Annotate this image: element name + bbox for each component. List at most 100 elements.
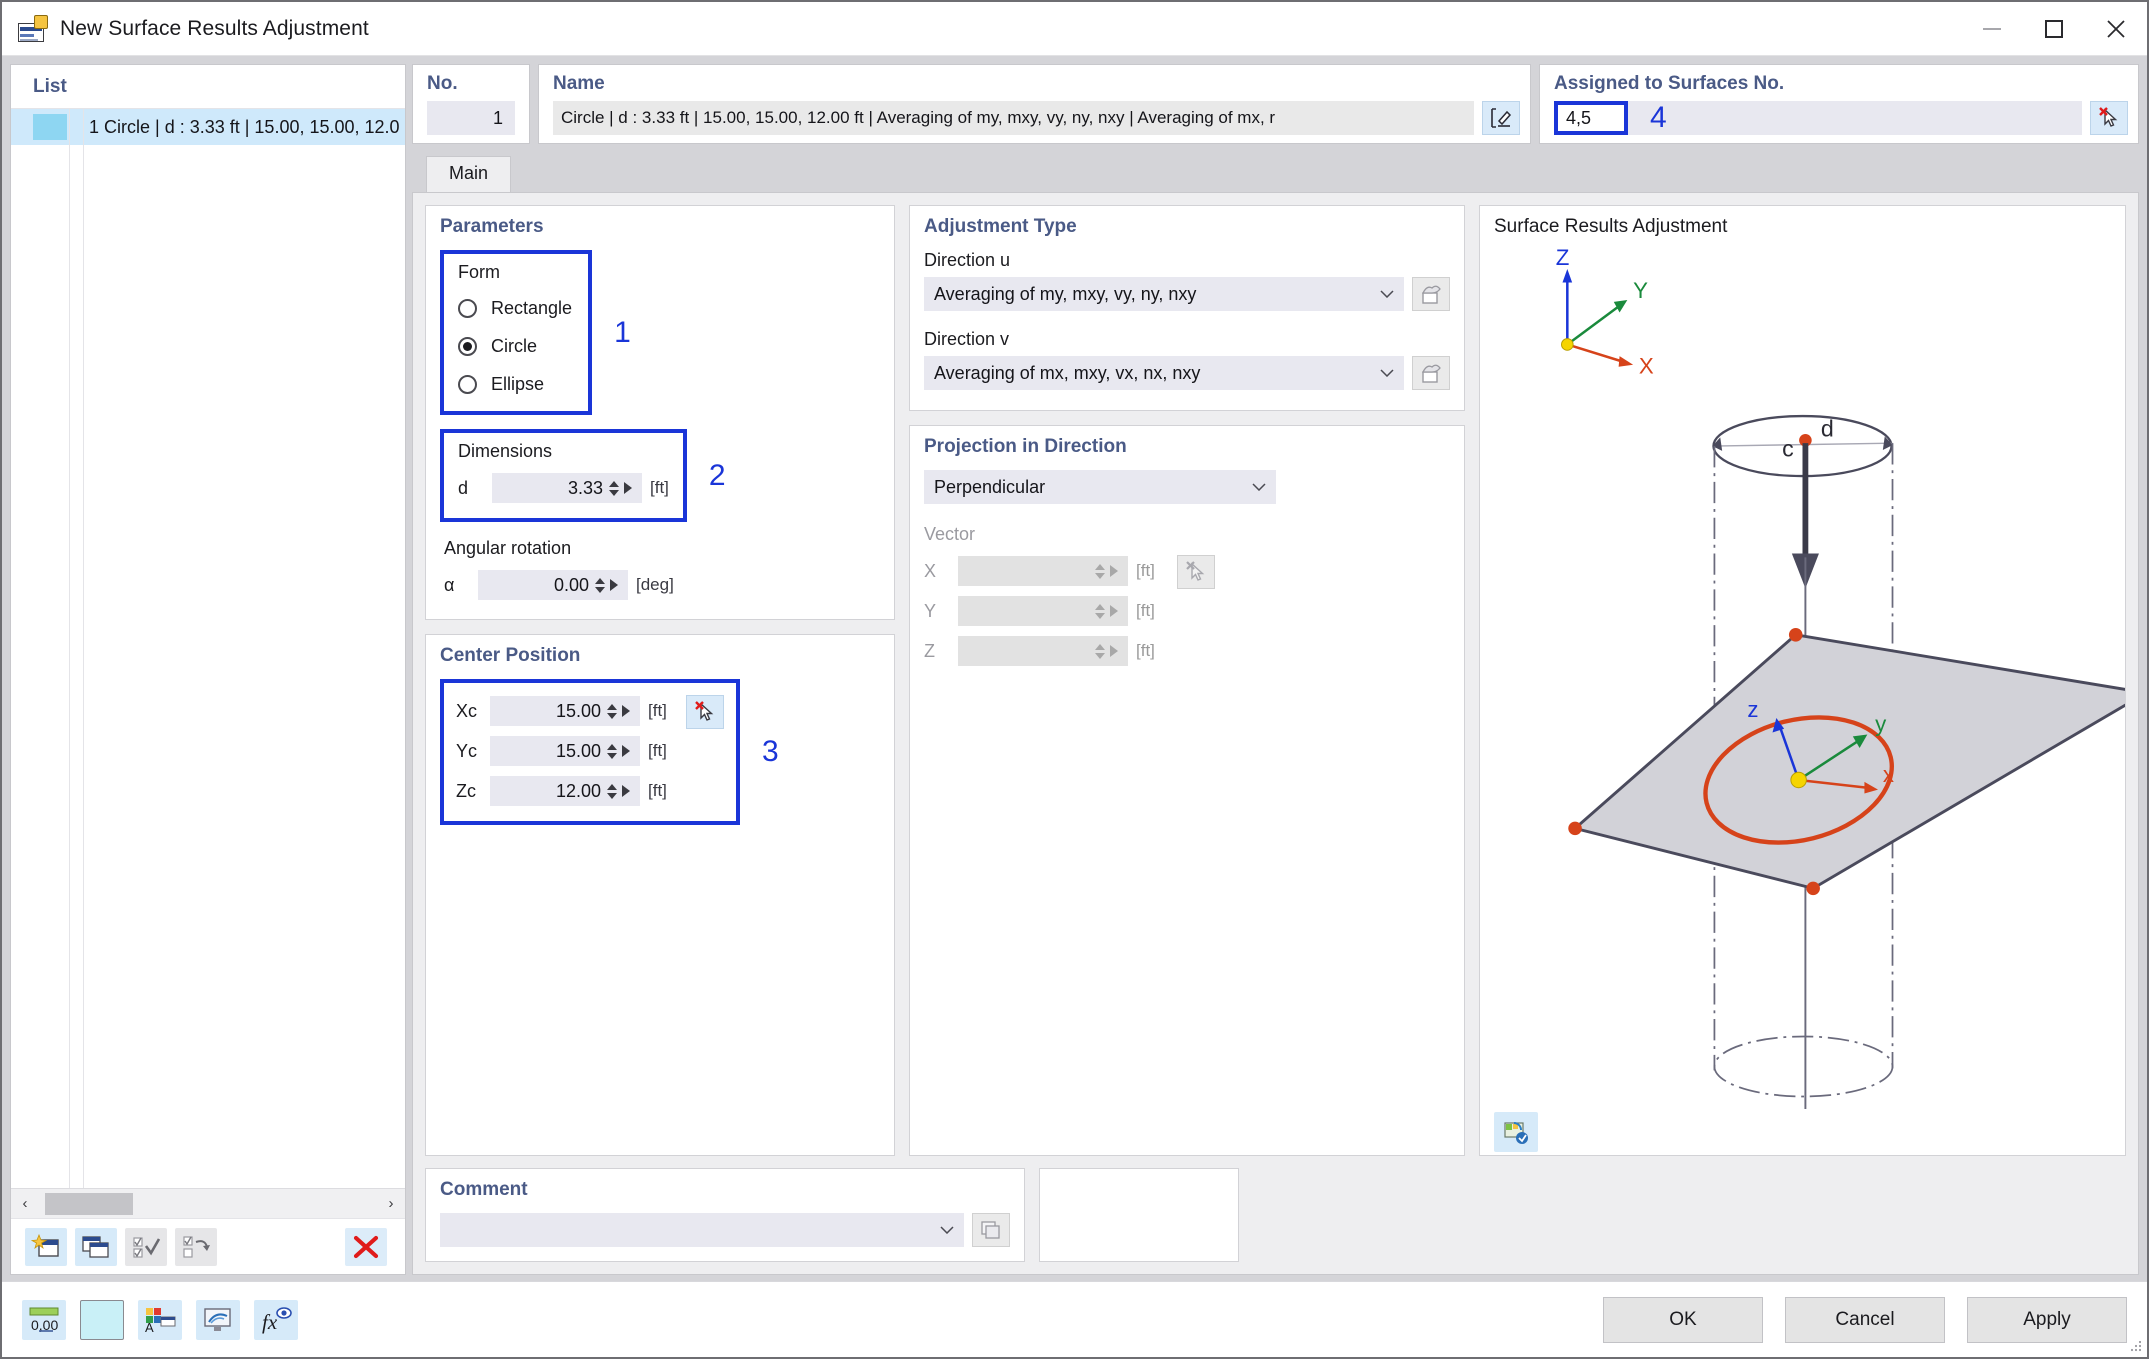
assigned-surfaces-value[interactable]: 4,5 — [1554, 101, 1628, 135]
copy-item-button[interactable] — [75, 1227, 117, 1266]
dimension-d-key: d — [458, 477, 469, 498]
assigned-surfaces-group: Assigned to Surfaces No. 4,5 4 — [1539, 64, 2139, 144]
center-position-group: Xc 15.00 [ft] Yc 15.00 [ft] Zc 12.00 [ft… — [440, 679, 740, 825]
center-xc-expand-icon[interactable] — [622, 705, 630, 717]
new-item-button[interactable] — [25, 1227, 67, 1266]
vector-z-row: Z [ft] — [924, 631, 1155, 671]
vector-y-input — [958, 596, 1128, 626]
list-column: List 1 Circle | d : 3.33 ft | 15.00, 15.… — [2, 56, 412, 1281]
select-all-button[interactable] — [125, 1227, 167, 1266]
pick-point-icon[interactable] — [686, 695, 724, 729]
number-input[interactable]: 1 — [427, 101, 515, 135]
center-yc-input[interactable]: 15.00 — [490, 736, 640, 766]
maximize-icon[interactable] — [2023, 2, 2085, 55]
direction-u-select[interactable]: Averaging of my, mxy, vy, ny, nxy — [924, 277, 1404, 311]
center-yc-row: Yc 15.00 [ft] — [456, 731, 680, 771]
footer-icon-group: 0,00 A fx — [22, 1299, 298, 1340]
chevron-down-icon — [1380, 369, 1394, 377]
tab-content-main: Parameters Form Rectangle Circle Ellipse… — [412, 192, 2139, 1275]
footer-button-group: OK Cancel Apply — [1603, 1296, 2127, 1343]
radio-rectangle-indicator[interactable] — [458, 298, 477, 318]
preview-3d-graphic: Z Y X d c z y x — [1556, 245, 2125, 1155]
direction-v-label: Direction v — [924, 329, 1010, 349]
ok-button[interactable]: OK — [1603, 1296, 1763, 1343]
angular-rotation-group: Angular rotation α 0.00 [deg] — [440, 538, 880, 605]
apply-button[interactable]: Apply — [1967, 1296, 2127, 1343]
dimension-d-expand-icon[interactable] — [624, 482, 632, 494]
radio-ellipse[interactable]: Ellipse — [458, 365, 572, 403]
center-zc-input[interactable]: 12.00 — [490, 776, 640, 806]
resize-grip-icon[interactable] — [2129, 1341, 2141, 1353]
list-horizontal-scrollbar[interactable]: ‹ › — [11, 1188, 405, 1218]
adjustment-type-panel: Adjustment Type Direction u Averaging of… — [909, 205, 1465, 411]
radio-ellipse-indicator[interactable] — [458, 374, 477, 394]
projection-panel: Projection in Direction Perpendicular Ve… — [909, 425, 1465, 1156]
dimension-d-row: d 3.33 [ft] — [458, 468, 669, 508]
minimize-icon[interactable] — [1961, 2, 2023, 55]
callout-4: 4 — [1650, 101, 1667, 134]
invert-selection-button[interactable] — [175, 1227, 217, 1266]
name-input[interactable]: Circle | d : 3.33 ft | 15.00, 15.00, 12.… — [553, 101, 1474, 135]
visualization-icon[interactable] — [196, 1299, 240, 1340]
display-properties-icon[interactable]: A — [138, 1299, 182, 1340]
list-item-color-swatch — [33, 114, 67, 140]
formula-icon[interactable]: fx — [254, 1299, 298, 1340]
center-yc-expand-icon[interactable] — [622, 745, 630, 757]
edit-name-icon[interactable] — [1482, 101, 1520, 135]
preview-panel: Surface Results Adjustment Z Y X d c z y… — [1479, 205, 2126, 1156]
radio-circle-indicator[interactable] — [458, 336, 477, 356]
angular-rotation-input[interactable]: 0.00 — [478, 570, 628, 600]
svg-text:x: x — [1883, 762, 1894, 787]
scroll-track[interactable] — [39, 1189, 377, 1218]
name-label: Name — [553, 73, 605, 94]
dimension-d-input[interactable]: 3.33 — [492, 473, 642, 503]
tab-main[interactable]: Main — [426, 156, 512, 192]
delete-item-button[interactable] — [345, 1227, 387, 1266]
svg-text:Y: Y — [1633, 278, 1648, 303]
list-body[interactable]: 1 Circle | d : 3.33 ft | 15.00, 15.00, 1… — [11, 109, 405, 1188]
close-icon[interactable] — [2085, 2, 2147, 55]
header-strip: No. 1 Name Circle | d : 3.33 ft | 15.00,… — [412, 64, 2139, 144]
svg-text:c: c — [1782, 436, 1794, 462]
angular-rotation-spinner[interactable] — [595, 577, 605, 593]
center-yc-spinner[interactable] — [607, 743, 617, 759]
center-position-title: Center Position — [440, 645, 581, 666]
comment-library-icon[interactable] — [972, 1213, 1010, 1247]
scroll-left-icon[interactable]: ‹ — [11, 1195, 39, 1212]
scroll-thumb[interactable] — [45, 1193, 133, 1215]
units-icon[interactable]: 0,00 — [22, 1299, 66, 1340]
vector-z-expand-icon — [1110, 645, 1118, 657]
direction-v-settings-icon[interactable] — [1412, 356, 1450, 390]
name-field-group: Name Circle | d : 3.33 ft | 15.00, 15.00… — [538, 64, 1531, 144]
dimension-d-spinner[interactable] — [609, 480, 619, 496]
preview-settings-icon[interactable] — [1494, 1112, 1538, 1153]
center-zc-unit: [ft] — [648, 781, 667, 800]
direction-u-settings-icon[interactable] — [1412, 277, 1450, 311]
center-xc-spinner[interactable] — [607, 703, 617, 719]
vector-x-unit: [ft] — [1136, 561, 1155, 580]
assigned-surfaces-field[interactable]: 4,5 4 — [1554, 101, 2082, 135]
list-item[interactable]: 1 Circle | d : 3.33 ft | 15.00, 15.00, 1… — [11, 109, 405, 145]
callout-1: 1 — [614, 315, 631, 349]
center-xc-input[interactable]: 15.00 — [490, 696, 640, 726]
radio-circle[interactable]: Circle — [458, 327, 572, 365]
pick-surfaces-icon[interactable] — [2090, 101, 2128, 135]
color-swatch-icon[interactable] — [80, 1299, 124, 1340]
vector-x-expand-icon — [1110, 565, 1118, 577]
cancel-button[interactable]: Cancel — [1785, 1296, 1945, 1343]
center-zc-spinner[interactable] — [607, 783, 617, 799]
projection-mode-select[interactable]: Perpendicular — [924, 470, 1276, 504]
center-xc-row: Xc 15.00 [ft] — [456, 691, 680, 731]
callout-3: 3 — [762, 735, 779, 768]
direction-v-select[interactable]: Averaging of mx, mxy, vx, nx, nxy — [924, 356, 1404, 390]
center-zc-expand-icon[interactable] — [622, 785, 630, 797]
angular-rotation-expand-icon[interactable] — [610, 579, 618, 591]
preview-canvas[interactable]: Z Y X d c z y x — [1480, 238, 2125, 1155]
radio-rectangle[interactable]: Rectangle — [458, 289, 572, 327]
window-controls — [1961, 2, 2147, 55]
chevron-down-icon — [940, 1226, 954, 1234]
parameters-title: Parameters — [440, 216, 544, 237]
comment-input[interactable] — [440, 1213, 964, 1247]
scroll-right-icon[interactable]: › — [377, 1195, 405, 1212]
number-field-group: No. 1 — [412, 64, 530, 144]
